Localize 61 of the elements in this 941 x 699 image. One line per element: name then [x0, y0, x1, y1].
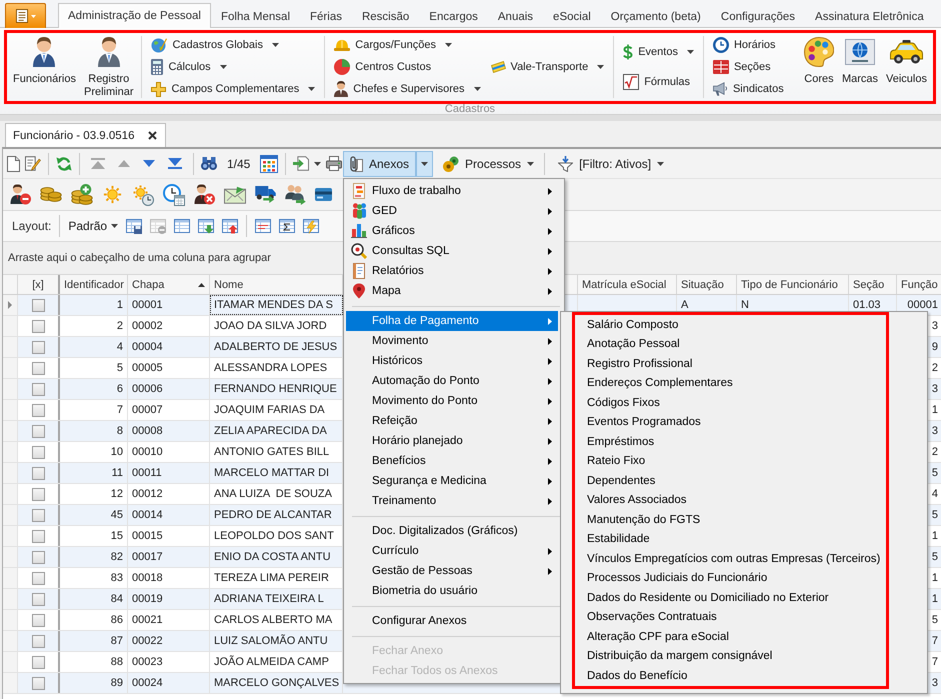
table-cell-text: 3: [930, 319, 939, 334]
table-cell-text: 7: [930, 655, 939, 670]
table-cell: 12: [60, 484, 128, 504]
table-cell: 00001: [128, 295, 210, 315]
table-cell-text: 7: [930, 634, 939, 649]
table-cell-text: 5: [930, 508, 939, 523]
table-cell: 00023: [128, 652, 210, 672]
table-cell-text: 1: [930, 571, 939, 586]
table-cell-text: 00001: [906, 298, 939, 313]
table-cell: 00022: [128, 631, 210, 651]
table-cell: 8: [60, 421, 128, 441]
table-cell: 00006: [128, 379, 210, 399]
table-cell-text: 5: [930, 550, 939, 565]
table-cell-text: 5: [930, 466, 939, 481]
table-cell: 15: [60, 526, 128, 546]
table-cell: 7: [60, 400, 128, 420]
table-cell: 00024: [128, 673, 210, 693]
table-cell: 00002: [128, 316, 210, 336]
table-cell-text: 1: [930, 529, 939, 544]
table-cell: 45: [60, 505, 128, 525]
table-cell: 00019: [128, 589, 210, 609]
table-cell: 00015: [128, 526, 210, 546]
table-cell: 00005: [128, 358, 210, 378]
table-cell: 00021: [128, 610, 210, 630]
table-cell: 88: [60, 652, 128, 672]
table-cell: 4: [60, 337, 128, 357]
table-cell: 00007: [128, 400, 210, 420]
table-cell: 6: [60, 379, 128, 399]
group-label: Cadastros: [444, 104, 496, 114]
table-cell: 00017: [128, 547, 210, 567]
table-cell: 00014: [128, 505, 210, 525]
table-cell-text: 1: [930, 592, 939, 607]
table-cell-text: 2: [930, 361, 939, 376]
table-cell: 86: [60, 610, 128, 630]
table-cell: 00018: [128, 568, 210, 588]
table-cell: 84: [60, 589, 128, 609]
table-cell-text: 3: [930, 676, 939, 691]
table-cell: 83: [60, 568, 128, 588]
layout-label: Layout:: [12, 219, 52, 233]
table-cell: 5: [60, 358, 128, 378]
table-cell: 87: [60, 631, 128, 651]
table-cell: 00012: [128, 484, 210, 504]
table-cell: 2: [60, 316, 128, 336]
table-cell-text: 2: [930, 445, 939, 460]
table-cell: 00004: [128, 337, 210, 357]
table-cell: 00011: [128, 463, 210, 483]
table-cell: 10: [60, 442, 128, 462]
table-cell-text: 4: [930, 487, 939, 502]
table-cell-text: 9: [930, 340, 939, 355]
table-cell-text: 5: [930, 613, 939, 628]
table-cell: 82: [60, 547, 128, 567]
record-counter: 1/45: [227, 156, 250, 170]
table-cell: 11: [60, 463, 128, 483]
table-cell: 1: [60, 295, 128, 315]
table-cell: 89: [60, 673, 128, 693]
table-cell: 00008: [128, 421, 210, 441]
table-cell: 00010: [128, 442, 210, 462]
table-cell-text: 1: [930, 403, 939, 418]
group-by-hint: Arraste aqui o cabeçalho de uma coluna para agrupar: [8, 252, 271, 264]
table-cell-text: 3: [930, 382, 939, 397]
table-cell-text: 3: [930, 424, 939, 439]
